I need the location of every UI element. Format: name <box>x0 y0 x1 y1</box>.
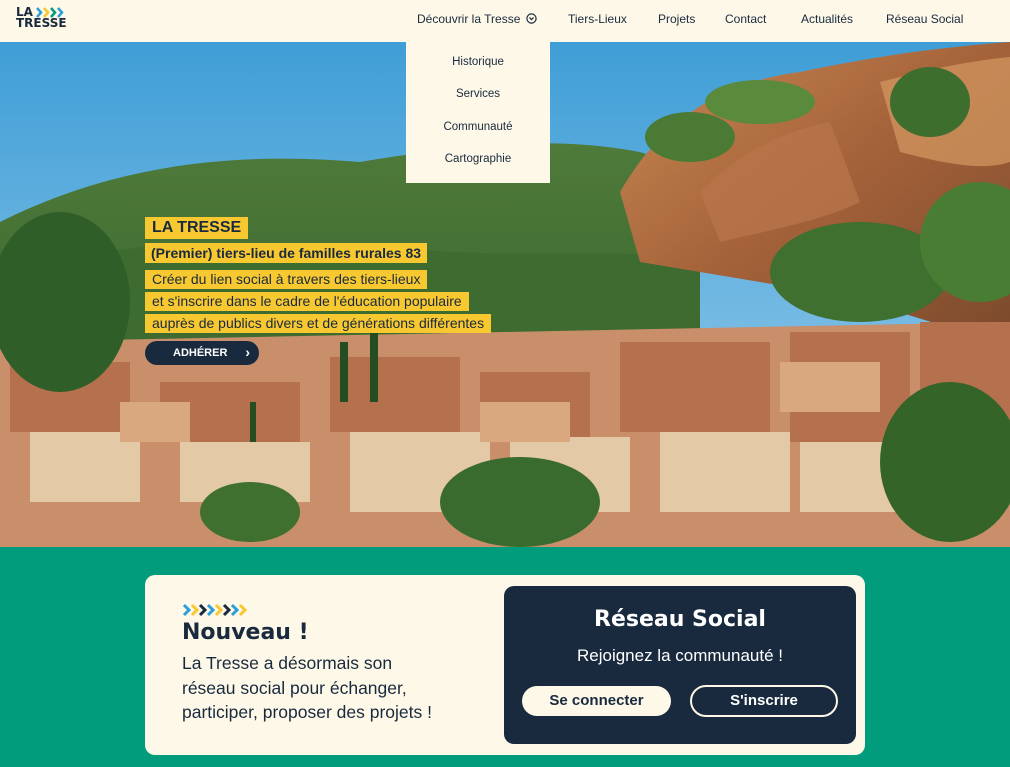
hero-line-2: et s'inscrire dans le cadre de l'éducati… <box>145 292 469 311</box>
social-title: Réseau Social <box>594 607 766 632</box>
promo-heading: Nouveau ! <box>182 620 309 645</box>
dropdown-item-communaute[interactable]: Communauté <box>406 120 550 134</box>
login-button[interactable]: Se connecter <box>522 686 671 716</box>
adherer-label: ADHÉRER <box>173 347 228 359</box>
hero-subtitle: (Premier) tiers-lieu de familles rurales… <box>145 243 428 263</box>
nav-actualites[interactable]: Actualités <box>801 12 853 26</box>
hero-line-1: Créer du lien social à travers des tiers… <box>145 270 428 289</box>
top-navbar: LA TRESSE Découvrir la Tresse Tiers-Lieu… <box>0 0 1010 42</box>
nav-decouvrir-label: Découvrir la Tresse <box>417 12 521 26</box>
nav-reseau-social[interactable]: Réseau Social <box>886 12 963 26</box>
dropdown-item-services[interactable]: Services <box>406 87 550 101</box>
promo-text-line-3: participer, proposer des projets ! <box>182 702 432 722</box>
dropdown-item-cartographie[interactable]: Cartographie <box>406 152 550 166</box>
promo-text-line-1: La Tresse a désormais son <box>182 653 393 673</box>
chevron-right-icon: › <box>245 344 250 360</box>
decorative-chevrons-icon <box>182 603 248 617</box>
nav-tiers-lieux[interactable]: Tiers-Lieux <box>568 12 627 26</box>
decouvrir-dropdown-menu: Historique Services Communauté Cartograp… <box>406 42 550 183</box>
social-subtitle: Rejoignez la communauté ! <box>576 646 783 665</box>
brand-line-2: TRESSE <box>16 16 67 30</box>
promo-text-line-2: réseau social pour échanger, <box>182 678 407 698</box>
dropdown-item-historique[interactable]: Historique <box>406 55 550 69</box>
nav-contact[interactable]: Contact <box>725 12 766 26</box>
chevron-down-circle-icon <box>526 13 537 24</box>
nav-decouvrir[interactable]: Découvrir la Tresse <box>417 12 537 26</box>
brand-logo[interactable]: LA TRESSE <box>16 6 76 32</box>
signup-button[interactable]: S'inscrire <box>690 685 838 717</box>
adherer-button[interactable]: ADHÉRER › <box>145 341 259 365</box>
hero-title: LA TRESSE <box>145 217 249 239</box>
nav-projets[interactable]: Projets <box>658 12 695 26</box>
hero-line-3: auprès de publics divers et de génératio… <box>145 314 492 333</box>
